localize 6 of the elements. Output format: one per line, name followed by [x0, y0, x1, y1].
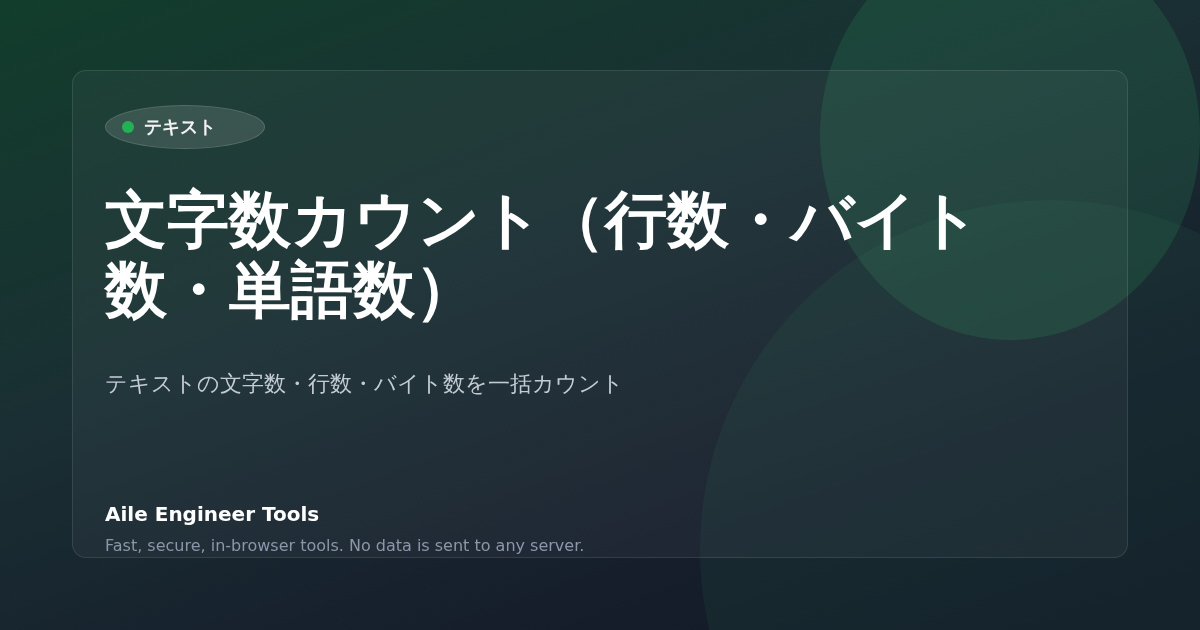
tagline: Fast, secure, in-browser tools. No data is sent to any server. — [105, 536, 586, 555]
subtitle: テキストの文字数・行数・バイト数を一括カウント — [105, 370, 625, 398]
page-title: 文字数カウント（行数・バイト数・単語数） — [105, 185, 981, 325]
brand-name: Aile Engineer Tools — [105, 502, 321, 526]
status-dot — [122, 121, 134, 133]
badge-label: テキスト — [144, 115, 216, 139]
